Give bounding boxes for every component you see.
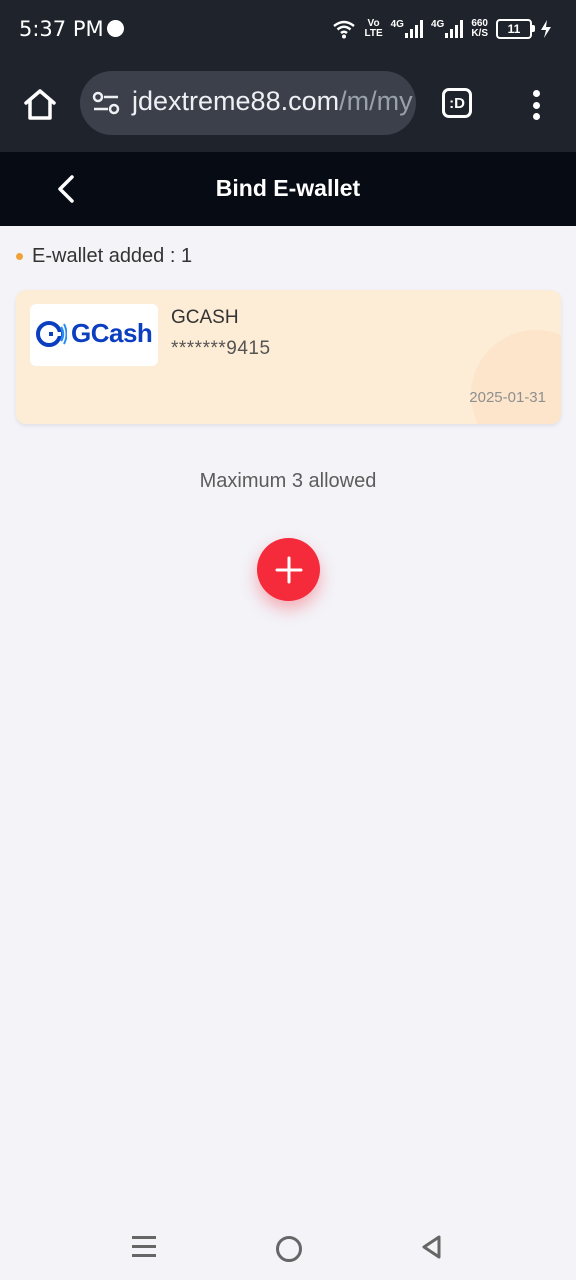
browser-toolbar: jdextreme88.com/m/my :D bbox=[0, 58, 576, 152]
wallet-name: GCASH bbox=[171, 307, 239, 328]
page-header: Bind E-wallet bbox=[0, 152, 576, 226]
recording-dot-icon bbox=[107, 20, 124, 37]
page-title: Bind E-wallet bbox=[215, 175, 361, 201]
signal-1: 4G bbox=[391, 20, 423, 38]
wallet-date: 2025-01-31 bbox=[469, 389, 546, 406]
url-path: /m/my bbox=[339, 86, 413, 116]
wallet-count-label: E-wallet added : 1 bbox=[32, 245, 193, 267]
network-speed: 660 K/S bbox=[471, 18, 488, 39]
volte-indicator: Vo LTE bbox=[364, 18, 383, 39]
home-icon[interactable] bbox=[22, 86, 58, 122]
tab-switcher-icon[interactable]: :D bbox=[442, 88, 472, 118]
status-time: 5:37 PM bbox=[19, 17, 104, 41]
url-text[interactable]: jdextreme88.com/m/my bbox=[132, 86, 413, 117]
battery-icon: 11 bbox=[496, 19, 535, 39]
signal-2: 4G bbox=[431, 20, 464, 38]
system-nav-bar bbox=[0, 1210, 576, 1280]
card-decoration bbox=[471, 330, 561, 424]
signal-bars-icon bbox=[404, 20, 423, 38]
gcash-wordmark: GCash bbox=[71, 318, 153, 348]
wifi-icon bbox=[333, 20, 356, 39]
home-circle-icon[interactable] bbox=[276, 1236, 302, 1262]
tune-icon[interactable] bbox=[92, 91, 120, 115]
recent-apps-icon[interactable] bbox=[132, 1236, 156, 1258]
plus-icon bbox=[275, 556, 302, 583]
status-icons: Vo LTE 4G 4G 660 K/S 11 bbox=[332, 14, 552, 44]
status-bar: 5:37 PM Vo LTE 4G 4G 660 K/S 11 bbox=[0, 0, 576, 58]
signal-bars-icon bbox=[445, 20, 464, 38]
back-triangle-icon[interactable] bbox=[420, 1234, 444, 1260]
more-vertical-icon[interactable] bbox=[526, 90, 546, 120]
address-bar[interactable]: jdextreme88.com/m/my bbox=[80, 71, 416, 135]
limit-text: Maximum 3 allowed bbox=[199, 470, 377, 492]
add-wallet-button[interactable] bbox=[257, 538, 320, 601]
wallet-count-row: E-wallet added : 1 bbox=[16, 245, 192, 268]
gcash-icon bbox=[36, 321, 67, 347]
gcash-logo: GCash bbox=[30, 304, 158, 366]
url-host: jdextreme88.com bbox=[132, 86, 340, 116]
tab-switcher-label: :D bbox=[449, 94, 465, 112]
bullet-dot bbox=[16, 253, 23, 260]
wallet-card[interactable]: GCash GCASH *******9415 2025-01-31 bbox=[16, 290, 561, 424]
charging-icon bbox=[541, 20, 551, 38]
wallet-account-number: *******9415 bbox=[171, 338, 271, 359]
